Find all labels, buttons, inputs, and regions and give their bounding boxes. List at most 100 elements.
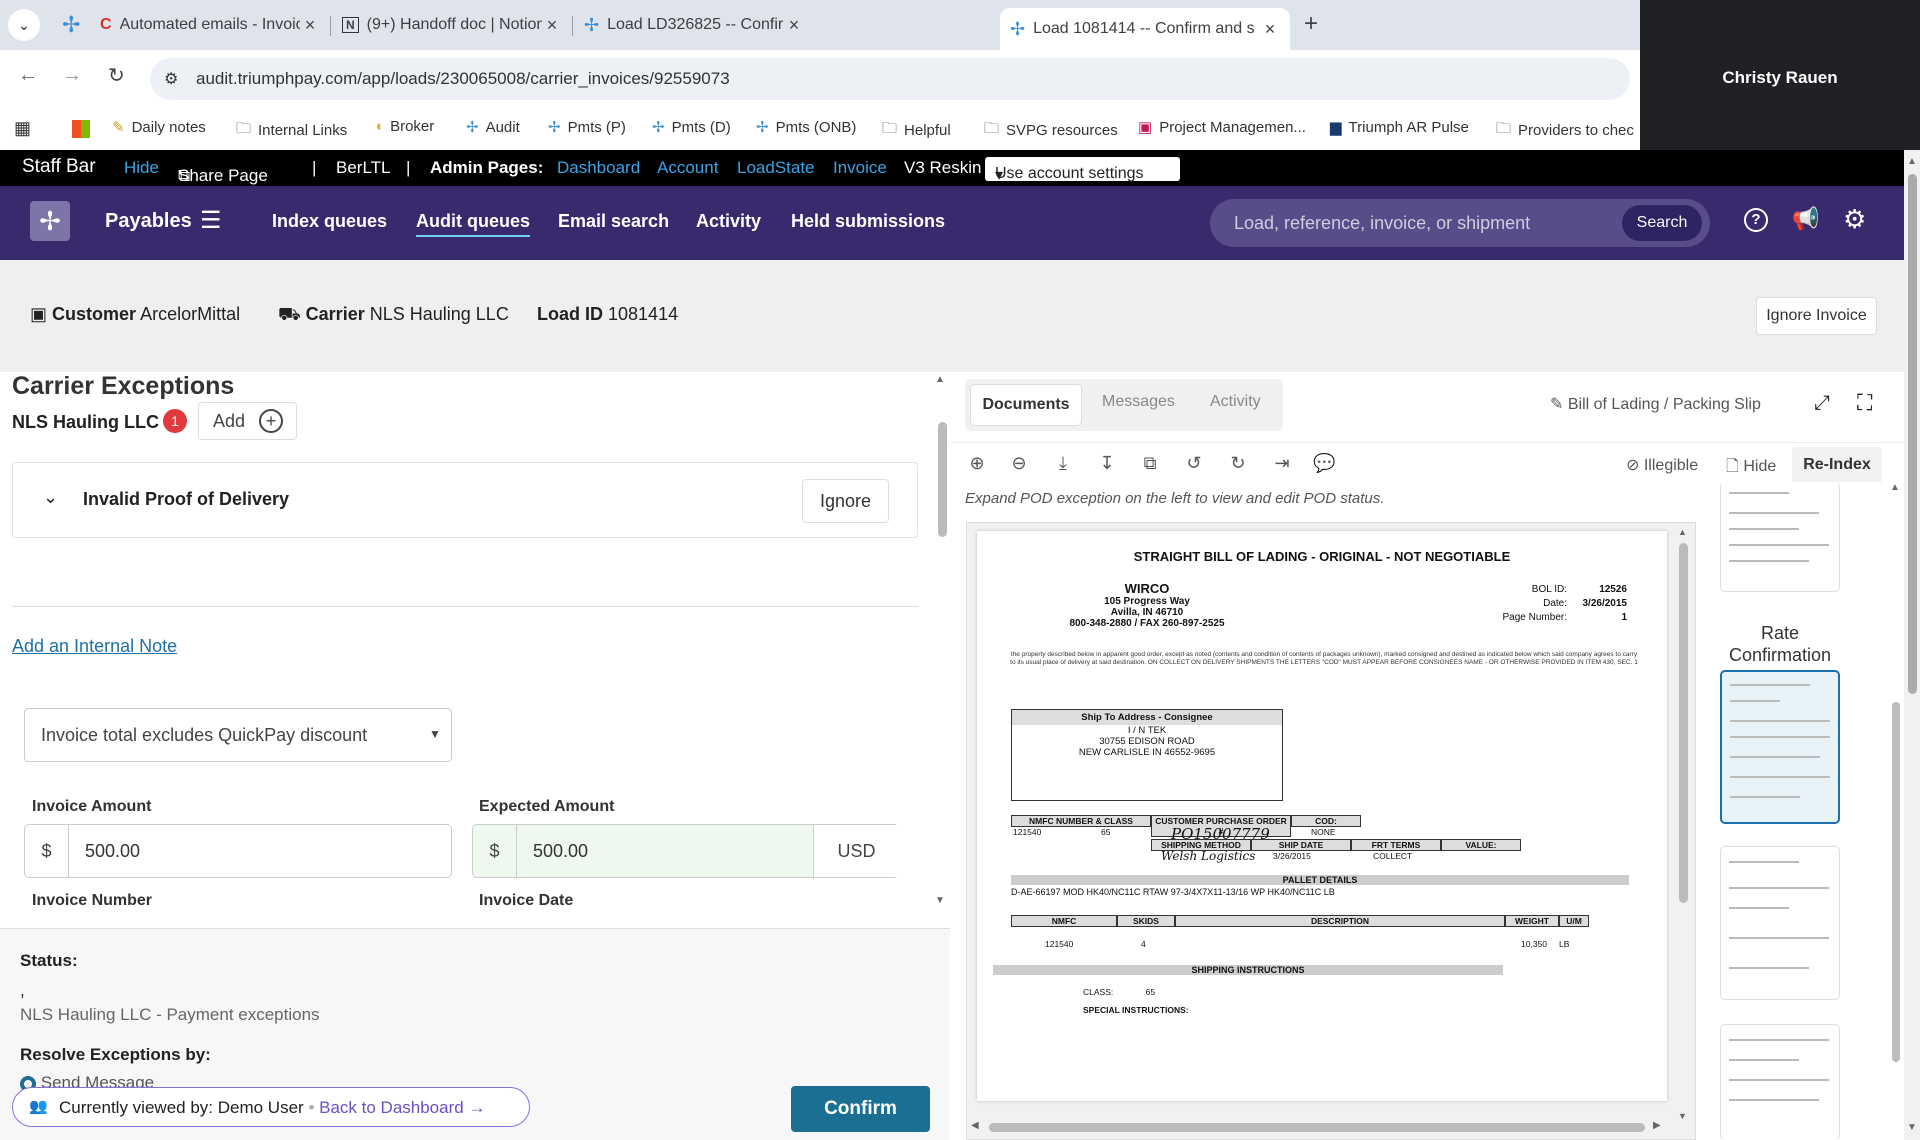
comment-icon[interactable]: 💬 <box>1313 453 1335 475</box>
download-icon[interactable]: ↧ <box>1096 453 1118 475</box>
left-scrollbar[interactable]: ▲ ▼ <box>935 372 950 912</box>
account-settings-select[interactable]: Use account settings ▾ <box>985 157 1180 184</box>
close-tab-icon[interactable]: × <box>784 15 804 36</box>
bookmark-folder[interactable]: 🗀 Providers to chec <box>1496 118 1634 143</box>
global-search-input[interactable]: Load, reference, invoice, or shipment Se… <box>1210 199 1710 247</box>
close-tab-icon[interactable]: × <box>300 15 320 36</box>
new-tab-icon[interactable]: + <box>1304 10 1318 38</box>
scroll-down-icon[interactable]: ▼ <box>1678 1111 1687 1121</box>
invoice-amount-input[interactable]: $ 500.00 <box>24 824 452 878</box>
nav-audit-queues[interactable]: Audit queues <box>416 211 531 237</box>
page-scroll-thumb[interactable] <box>1908 174 1917 694</box>
rotate-right-icon[interactable]: ↻ <box>1227 453 1249 475</box>
thumbnail[interactable] <box>1720 1024 1840 1140</box>
browser-tab[interactable]: C Automated emails - Invoice am × <box>90 8 330 42</box>
bookmark-item[interactable]: ▆ Triumph AR Pulse <box>1330 118 1469 137</box>
admin-link-loadstate[interactable]: LoadState <box>737 158 815 178</box>
scroll-up-icon[interactable]: ▲ <box>1678 527 1687 537</box>
bookmark-item[interactable]: ✎ Daily notes <box>112 118 206 137</box>
nav-held-submissions[interactable]: Held submissions <box>791 211 945 232</box>
microsoft-icon[interactable] <box>72 120 90 138</box>
browser-tab[interactable]: N (9+) Handoff doc | Notion × <box>332 8 572 42</box>
bookmark-item[interactable]: ✢ Pmts (P) <box>548 118 626 137</box>
rotate-left-icon[interactable]: ↺ <box>1183 453 1205 475</box>
add-internal-note-link[interactable]: Add an Internal Note <box>12 636 177 657</box>
confirm-button[interactable]: Confirm <box>791 1086 930 1132</box>
scroll-thumb[interactable] <box>938 422 947 537</box>
nav-index-queues[interactable]: Index queues <box>272 211 387 232</box>
apps-icon[interactable]: ▦ <box>14 118 31 139</box>
thumbnail[interactable] <box>1720 482 1840 592</box>
scroll-down-icon[interactable]: ▼ <box>1907 1122 1917 1133</box>
tab-messages[interactable]: Messages <box>1102 393 1175 411</box>
admin-link-account[interactable]: Account <box>657 158 718 178</box>
back-icon[interactable]: ← <box>18 64 38 87</box>
viewer-vscroll[interactable] <box>1679 543 1688 903</box>
document-type[interactable]: ✎ Bill of Lading / Packing Slip <box>1550 394 1761 414</box>
copy-icon[interactable]: ⧉ <box>1139 453 1161 475</box>
viewer-hscroll[interactable] <box>989 1123 1645 1132</box>
tab-activity[interactable]: Activity <box>1210 393 1261 411</box>
zoom-out-icon[interactable]: ⊖ <box>1008 453 1030 475</box>
reload-icon[interactable]: ↻ <box>108 63 125 88</box>
reindex-button[interactable]: Re-Index <box>1792 447 1882 483</box>
chevron-down-icon[interactable]: ⌄ <box>43 487 58 508</box>
bookmark-item[interactable]: ✢ Pmts (D) <box>652 118 731 137</box>
download-page-icon[interactable]: ⤓ <box>1052 453 1074 475</box>
bookmark-folder[interactable]: 🗀 SVPG resources <box>984 118 1118 143</box>
ignore-exception-button[interactable]: Ignore <box>802 479 889 523</box>
zoom-in-icon[interactable]: ⊕ <box>966 453 988 475</box>
pinned-tab-icon[interactable]: ✢ <box>62 12 80 38</box>
close-tab-icon[interactable]: × <box>542 15 562 36</box>
exception-card[interactable]: ⌄ Invalid Proof of Delivery Ignore <box>12 462 918 538</box>
search-button[interactable]: Search <box>1622 205 1702 241</box>
hamburger-icon[interactable]: ☰ <box>200 206 222 235</box>
invoice-date-label: Invoice Date <box>479 892 574 909</box>
document-viewer[interactable]: STRAIGHT BILL OF LADING - ORIGINAL - NOT… <box>966 522 1696 1140</box>
tab-documents[interactable]: Documents <box>970 384 1082 426</box>
scroll-down-icon[interactable]: ▼ <box>935 895 945 906</box>
bookmark-item[interactable]: ◖ Broker <box>374 118 434 135</box>
scroll-up-icon[interactable]: ▲ <box>1890 482 1900 493</box>
illegible-button[interactable]: ⊘ Illegible <box>1626 455 1698 475</box>
bookmark-folder[interactable]: 🗀 Internal Links <box>236 118 347 143</box>
url-bar[interactable]: ⚙ audit.triumphpay.com/app/loads/2300650… <box>150 58 1630 100</box>
bookmark-item[interactable]: ▣ Project Managemen... <box>1138 118 1306 137</box>
add-exception-button[interactable]: Add + <box>198 402 297 440</box>
forward-icon[interactable]: → <box>62 64 82 87</box>
browser-tab-active[interactable]: ✢ Load 1081414 -- Confirm and s × <box>1000 8 1290 50</box>
scroll-up-icon[interactable]: ▲ <box>1907 156 1917 167</box>
thumbs-scrollbar[interactable] <box>1892 702 1900 1062</box>
bookmark-item[interactable]: ✢ Audit <box>466 118 520 137</box>
back-to-dashboard-link[interactable]: Back to Dashboard → <box>319 1098 485 1117</box>
megaphone-icon[interactable]: 📢 <box>1792 206 1819 232</box>
page-scrollbar[interactable]: ▲ ▼ <box>1904 150 1920 1140</box>
move-icon[interactable]: ⇥ <box>1271 453 1293 475</box>
hide-button[interactable]: 🗋 Hide <box>1726 455 1776 482</box>
nav-activity[interactable]: Activity <box>696 211 761 232</box>
scroll-up-icon[interactable]: ▲ <box>935 374 945 385</box>
bookmark-folder[interactable]: 🗀 Helpful <box>882 118 951 143</box>
thumbnail[interactable] <box>1720 846 1840 1000</box>
admin-link-dashboard[interactable]: Dashboard <box>557 158 640 178</box>
quickpay-discount-select[interactable]: Invoice total excludes QuickPay discount… <box>24 708 452 762</box>
scroll-left-icon[interactable]: ◀ <box>971 1120 979 1131</box>
expected-amount-input[interactable]: $ 500.00 USD <box>472 824 899 878</box>
gear-icon[interactable]: ⚙ <box>1843 204 1866 235</box>
help-icon[interactable]: ? <box>1744 208 1768 232</box>
site-info-icon[interactable]: ⚙ <box>164 69 178 89</box>
brand-payables[interactable]: Payables <box>105 210 192 233</box>
triumph-logo[interactable]: ✢ <box>30 201 70 241</box>
admin-link-invoice[interactable]: Invoice <box>833 158 887 178</box>
bookmark-item[interactable]: ✢ Pmts (ONB) <box>756 118 856 137</box>
thumbnail-selected[interactable] <box>1720 670 1840 824</box>
fullscreen-icon[interactable]: ⛶ <box>1857 390 1872 416</box>
scroll-right-icon[interactable]: ▶ <box>1653 1120 1661 1131</box>
expand-icon[interactable]: ⤢ <box>1814 392 1830 415</box>
ignore-invoice-button[interactable]: Ignore Invoice <box>1756 297 1877 335</box>
hide-link[interactable]: Hide <box>124 158 159 178</box>
tab-list-dropdown[interactable]: ⌄ <box>8 9 40 41</box>
nav-email-search[interactable]: Email search <box>558 211 669 232</box>
close-tab-icon[interactable]: × <box>1260 19 1280 40</box>
browser-tab[interactable]: ✢ Load LD326825 -- Confirm and × <box>574 8 814 42</box>
